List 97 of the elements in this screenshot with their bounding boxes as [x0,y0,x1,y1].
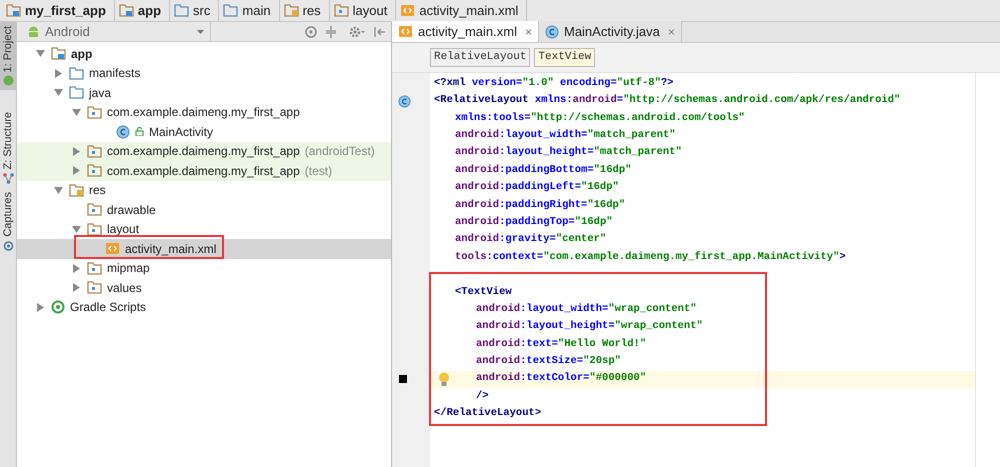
folder-icon [223,4,238,17]
tree-item[interactable]: mipmap [17,258,391,278]
package-folder-icon [87,281,102,294]
xml-file-icon [398,25,413,38]
tool-window-tab[interactable]: Captures [0,188,16,255]
module-folder-icon [6,4,21,17]
xml-file-icon [400,4,416,17]
tree-item[interactable]: com.example.daimeng.my_first_app [17,102,391,122]
module-folder-icon [51,47,66,60]
structure-icon [2,172,14,184]
collapse-arrow-icon[interactable] [72,108,80,117]
close-tab-button[interactable]: × [524,22,532,40]
code-line: android:paddingRight="16dp" [455,198,626,213]
code-line: </RelativeLayout> [434,406,542,422]
code-line: tools:context="com.example.daimeng.my_first_app.MainActivity"> [455,250,846,265]
gradle-icon [51,300,65,314]
expand-arrow-icon[interactable] [72,264,80,273]
code-line: android:textSize="20sp" [476,354,621,370]
editor-tab[interactable]: activity_main.xml × [392,21,539,42]
expand-arrow-icon[interactable] [54,68,62,78]
tree-item[interactable]: MainActivity [17,122,391,142]
class-marker-icon[interactable] [398,94,411,108]
code-line: android:paddingBottom="16dp" [455,162,632,178]
code-line: android:paddingLeft="16dp" [455,180,619,196]
breadcrumb-item[interactable]: main [223,0,280,21]
lock-icon [135,127,144,136]
source-set-label: (androidTest) [304,143,375,160]
tree-item[interactable]: java [17,83,391,102]
editor-tab[interactable]: MainActivity.java × [538,21,682,42]
code-line: android:gravity="center" [455,232,606,248]
package-folder-icon [87,203,102,216]
tree-item[interactable]: com.example.daimeng.my_first_app (test) [17,161,391,180]
class-icon [544,24,559,38]
expand-arrow-icon[interactable] [72,166,80,176]
tool-window-tab[interactable]: 1: Project [0,22,16,90]
code-line: /> [476,388,489,404]
package-folder-icon [87,262,102,275]
package-folder-icon [87,106,102,119]
xml-file-icon [105,242,120,256]
collapse-arrow-icon[interactable] [54,186,62,195]
code-line: <RelativeLayout xmlns:android="http://schemas.android.com/apk/res/android" [434,93,900,108]
android-icon [27,25,40,38]
tree-item[interactable]: res [17,180,391,200]
tree-item[interactable]: layout [17,220,391,239]
tag-path-button[interactable]: RelativeLayout [430,48,530,67]
code-line: android:layout_width="match_parent" [455,128,676,143]
collapse-arrow-icon[interactable] [72,224,80,234]
breadcrumb-item[interactable]: my_first_app [6,0,115,21]
folder-icon [174,4,190,17]
tree-item[interactable]: values [17,278,391,298]
tree-item[interactable]: Gradle Scripts [17,298,391,317]
tree-item[interactable]: manifests [17,64,391,83]
class-icon [116,124,130,139]
code-line: android:textColor="#000000" [476,371,646,386]
tree-item[interactable]: com.example.daimeng.my_first_app (androidTest) [17,142,391,161]
folder-icon [69,86,84,100]
locate-icon[interactable] [305,26,317,38]
resource-folder-icon [284,4,299,17]
code-line: android:layout_height="wrap_content" [476,319,703,334]
tag-path-button[interactable]: TextView [534,48,596,67]
expand-arrow-icon[interactable] [36,302,44,312]
breadcrumb-item[interactable]: layout [334,0,396,21]
resource-folder-icon [69,184,84,197]
code-line: <?xml version="1.0" encoding="utf-8"?> [434,76,674,91]
collapse-arrow-icon[interactable] [36,49,44,58]
dropdown-caret-icon [197,30,204,34]
module-folder-icon [118,4,134,17]
close-tab-button[interactable]: × [668,22,675,40]
code-line: android:layout_height="match_parent" [455,145,682,160]
code-line: android:paddingTop="16dp" [455,214,613,230]
code-line: android:text="Hello World!" [476,336,646,352]
expand-arrow-icon[interactable] [72,146,80,156]
hide-panel-icon[interactable] [373,26,385,38]
expand-arrow-icon[interactable] [72,283,80,292]
breadcrumb-item[interactable]: res [284,0,330,21]
source-set-label: (test) [304,162,332,180]
code-line: android:layout_width="wrap_content" [476,302,697,317]
collapse-arrow-icon[interactable] [54,88,62,98]
package-folder-icon [334,4,349,17]
package-folder-icon [87,144,102,158]
tree-item[interactable]: activity_main.xml [17,239,391,258]
tree-item[interactable]: app [17,44,391,64]
code-line: xmlns:tools="http://schemas.android.com/tools" [455,110,745,126]
bookmark-icon[interactable] [399,375,407,384]
folder-icon [69,66,84,80]
code-line: <TextView [455,284,512,300]
android-icon [2,75,14,86]
camera-icon [2,240,14,251]
breadcrumb-item[interactable]: src [174,0,220,21]
settings-icon[interactable] [349,26,365,38]
lightbulb-icon[interactable] [438,372,450,387]
package-folder-icon [87,164,102,178]
collapse-all-icon[interactable] [325,26,337,38]
package-folder-icon [87,222,102,236]
tool-window-tab[interactable]: Z: Structure [0,108,16,188]
breadcrumb-item[interactable]: app [118,0,170,21]
tree-item[interactable]: drawable [17,200,391,220]
